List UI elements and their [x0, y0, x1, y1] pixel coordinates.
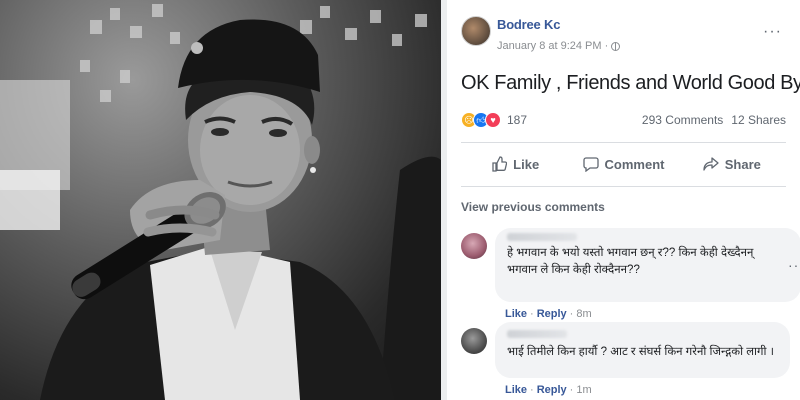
comment-time[interactable]: 8m [576, 308, 591, 320]
shares-count[interactable]: 12 Shares [731, 113, 786, 127]
dot-separator: · [569, 308, 574, 320]
comment-options-icon[interactable]: ··· [788, 258, 800, 272]
post-text: OK Family , Friends and World Good Byee [461, 72, 800, 94]
comment-label: Comment [604, 156, 665, 172]
post-meta: January 8 at 9:24 PM · [497, 40, 621, 52]
more-options-icon[interactable]: ··· [763, 24, 782, 40]
comment-text-line1: भाई तिमीले किन हार्यौ ? आट र संघर्स किन … [507, 346, 775, 358]
like-label: Like [513, 156, 540, 172]
thumbs-up-icon [492, 156, 508, 172]
share-label: Share [724, 156, 761, 172]
engagement-counts: 293 Comments 12 Shares [642, 113, 786, 127]
divider-top [461, 142, 786, 143]
meta-separator: · [604, 40, 609, 52]
post-actions: Like Comment Share [461, 146, 786, 182]
author-avatar[interactable] [461, 16, 491, 46]
dot-separator: · [530, 308, 534, 320]
globe-icon[interactable] [611, 41, 621, 51]
reactions-summary[interactable]: ☹ 👍︎ ♥ 187 [461, 111, 527, 129]
comment-reply-link[interactable]: Reply [537, 384, 567, 396]
comment-reply-link[interactable]: Reply [537, 308, 567, 320]
commenter-name-redacted [507, 330, 567, 338]
post-panel: Bodree Kc January 8 at 9:24 PM · ··· OK … [447, 0, 800, 400]
comment-like-link[interactable]: Like [505, 308, 527, 320]
commenter-avatar[interactable] [461, 328, 487, 354]
photo-illustration [0, 4, 441, 400]
share-icon [703, 157, 719, 171]
comment-button[interactable]: Comment [569, 146, 677, 182]
dot-separator: · [530, 384, 534, 396]
reaction-count: 187 [507, 113, 528, 127]
post-timestamp[interactable]: January 8 at 9:24 PM [497, 40, 602, 52]
comments-count[interactable]: 293 Comments [642, 113, 723, 127]
commenter-name-redacted [507, 233, 577, 241]
comment-bubble: हे भगवान के भयो यस्तो भगवान छन् र?? किन … [495, 228, 800, 302]
comment-text-line2: भगवान ले किन केही रोक्दैनन?? [507, 264, 640, 276]
comment-bubble: भाई तिमीले किन हार्यौ ? आट र संघर्स किन … [495, 322, 790, 378]
dot-separator: · [569, 384, 574, 396]
comment-icon [582, 157, 599, 172]
commenter-avatar[interactable] [461, 233, 487, 259]
like-button[interactable]: Like [461, 146, 569, 182]
share-button[interactable]: Share [678, 146, 786, 182]
comment-time[interactable]: 1m [576, 384, 591, 396]
author-name[interactable]: Bodree Kc [497, 17, 560, 32]
divider-bottom [461, 186, 786, 187]
love-reaction-icon: ♥ [485, 112, 501, 128]
view-previous-comments-link[interactable]: View previous comments [461, 200, 605, 214]
comment-text-line1: हे भगवान के भयो यस्तो भगवान छन् र?? किन … [507, 247, 754, 259]
comment-actions: Like · Reply · 8m [505, 308, 592, 320]
comment-like-link[interactable]: Like [505, 384, 527, 396]
post-photo[interactable] [0, 0, 441, 400]
comment-actions: Like · Reply · 1m [505, 384, 592, 396]
